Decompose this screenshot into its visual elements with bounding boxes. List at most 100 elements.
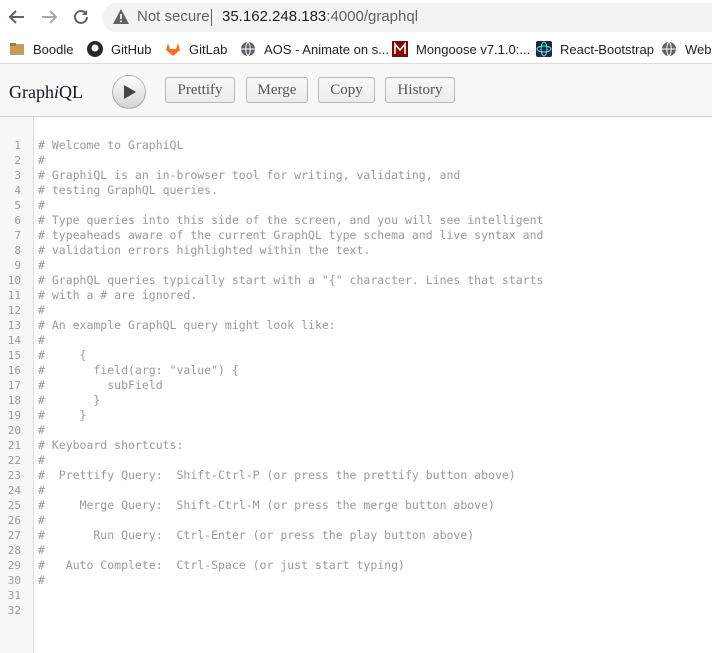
bookmark-boodle[interactable]: Boodle — [9, 40, 73, 58]
line-number: 16 — [7, 364, 21, 377]
code-line[interactable]: # — [38, 303, 45, 318]
bookmark-web[interactable]: Web — [661, 40, 712, 58]
app-title: GraphiQL — [9, 82, 83, 103]
line-number: 4 — [14, 184, 21, 197]
bookmark-label: GitHub — [111, 41, 152, 57]
bookmark-github[interactable]: GitHub — [87, 40, 151, 58]
bookmark-label: Web — [685, 41, 712, 57]
not-secure-label[interactable]: Not secure — [137, 8, 210, 25]
copy-button[interactable]: Copy — [318, 77, 375, 103]
line-number: 7 — [14, 229, 21, 242]
line-number: 14 — [7, 334, 21, 347]
line-number: 2 — [14, 154, 21, 167]
code-line[interactable]: # — [38, 573, 45, 588]
line-number: 10 — [7, 274, 21, 287]
line-number: 29 — [7, 559, 21, 572]
warning-icon[interactable] — [112, 8, 130, 26]
bookmark-label: Mongoose v7.1.0:... — [416, 41, 531, 57]
code-line[interactable]: # } — [38, 393, 100, 408]
react-bootstrap-icon — [536, 41, 552, 57]
line-number: 23 — [7, 469, 21, 482]
line-number: 6 — [14, 214, 21, 227]
line-number: 3 — [14, 169, 21, 182]
globe-icon — [661, 41, 677, 57]
bookmark-mongoose[interactable]: Mongoose v7.1.0:... — [392, 40, 530, 58]
code-line[interactable]: # } — [38, 408, 86, 423]
merge-button[interactable]: Merge — [246, 77, 308, 103]
line-number: 28 — [7, 544, 21, 557]
line-number: 32 — [7, 604, 21, 617]
line-number: 13 — [7, 319, 21, 332]
code-line[interactable]: # Auto Complete: Ctrl-Space (or just sta… — [38, 558, 405, 573]
code-line[interactable]: # Welcome to GraphiQL — [38, 138, 183, 153]
line-number: 22 — [7, 454, 21, 467]
line-number: 21 — [7, 439, 21, 452]
reload-icon[interactable] — [70, 6, 92, 28]
code-line[interactable]: # testing GraphQL queries. — [38, 183, 218, 198]
line-number: 31 — [7, 589, 21, 602]
title-suffix: QL — [59, 82, 83, 102]
line-number: 17 — [7, 379, 21, 392]
code-line[interactable]: # — [38, 153, 45, 168]
title-prefix: Graph — [9, 82, 54, 102]
prettify-button[interactable]: Prettify — [165, 77, 235, 103]
code-line[interactable]: # with a # are ignored. — [38, 288, 197, 303]
code-line[interactable]: # Type queries into this side of the scr… — [38, 213, 543, 228]
bookmark-label: GitLab — [189, 41, 228, 57]
forward-arrow-icon[interactable] — [38, 6, 60, 28]
bookmark-gitlab[interactable]: GitLab — [165, 40, 227, 58]
code-line[interactable]: # typeaheads aware of the current GraphQ… — [38, 228, 543, 243]
line-number: 19 — [7, 409, 21, 422]
folder-icon — [9, 41, 25, 57]
line-number: 5 — [14, 199, 21, 212]
code-line[interactable]: # An example GraphQL query might look li… — [38, 318, 336, 333]
code-line[interactable]: # GraphQL queries typically start with a… — [38, 273, 543, 288]
line-number: 20 — [7, 424, 21, 437]
bookmarks-bar: Boodle GitHub GitLab AOS - Animate on s.… — [0, 36, 712, 64]
globe-icon — [240, 41, 256, 57]
code-line[interactable]: # — [38, 513, 45, 528]
bookmark-aos[interactable]: AOS - Animate on s... — [240, 40, 389, 58]
line-number-gutter: 1 2 3 4 5 6 7 8 9 10 11 12 13 14 15 16 17 18 19 20 21 22 23 24 2… — [0, 117, 34, 653]
code-line[interactable]: # Run Query: Ctrl-Enter (or press the pl… — [38, 528, 474, 543]
url-text[interactable]: 35.162.248.183:4000/graphql — [222, 8, 418, 25]
code-line[interactable]: # — [38, 483, 45, 498]
code-line[interactable]: # — [38, 333, 45, 348]
line-number: 30 — [7, 574, 21, 587]
code-line[interactable]: # { — [38, 348, 86, 363]
line-number: 1 — [14, 139, 21, 152]
mongoose-icon — [392, 41, 408, 57]
play-icon — [124, 85, 136, 99]
code-line[interactable]: # Keyboard shortcuts: — [38, 438, 183, 453]
code-line[interactable]: # — [38, 453, 45, 468]
code-line[interactable]: # field(arg: "value") { — [38, 363, 239, 378]
bookmark-label: Boodle — [33, 41, 74, 57]
browser-toolbar: Not secure 35.162.248.183:4000/graphql — [0, 0, 712, 36]
code-line[interactable]: # — [38, 258, 45, 273]
line-number: 25 — [7, 499, 21, 512]
line-number: 27 — [7, 529, 21, 542]
code-line[interactable]: # validation errors highlighted within t… — [38, 243, 370, 258]
line-number: 9 — [14, 259, 21, 272]
bookmark-react-bootstrap[interactable]: React-Bootstrap — [536, 40, 654, 58]
history-button[interactable]: History — [385, 77, 455, 103]
query-editor[interactable]: 1 2 3 4 5 6 7 8 9 10 11 12 13 14 15 16 17 18 19 20 21 22 23 24 2… — [0, 117, 712, 653]
line-number: 11 — [7, 289, 21, 302]
code-line[interactable]: # GraphiQL is an in-browser tool for wri… — [38, 168, 460, 183]
graphiql-toolbar: GraphiQL Prettify Merge Copy History — [0, 64, 712, 117]
code-line[interactable]: # — [38, 423, 45, 438]
code-line[interactable]: # — [38, 198, 45, 213]
back-arrow-icon[interactable] — [6, 6, 28, 28]
url-host: 35.162.248.183 — [222, 8, 327, 25]
line-number: 8 — [14, 244, 21, 257]
line-number: 12 — [7, 304, 21, 317]
code-line[interactable]: # subField — [38, 378, 163, 393]
line-number: 18 — [7, 394, 21, 407]
code-line[interactable]: # Merge Query: Shift-Ctrl-M (or press th… — [38, 498, 495, 513]
gitlab-icon — [165, 41, 181, 57]
code-line[interactable]: # — [38, 543, 45, 558]
execute-query-button[interactable] — [112, 75, 146, 109]
url-path: :4000/graphql — [326, 8, 419, 25]
bookmark-label: AOS - Animate on s... — [264, 41, 389, 57]
code-line[interactable]: # Prettify Query: Shift-Ctrl-P (or press… — [38, 468, 516, 483]
